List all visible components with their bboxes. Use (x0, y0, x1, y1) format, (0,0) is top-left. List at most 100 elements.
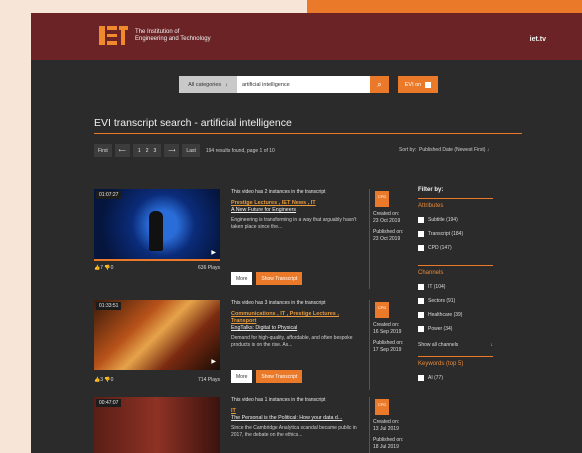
filter-divider (418, 356, 493, 357)
more-button[interactable]: More (231, 272, 253, 285)
created-date: 13 Jul 2019 (373, 426, 399, 432)
sort-control[interactable]: Sort by: Published Date (Newest First) ↓ (399, 147, 489, 153)
instances-text: This video has 2 instances in the transc… (231, 189, 326, 195)
dislikes-count: 0 (110, 377, 114, 383)
show-transcript-button[interactable]: Show Transcript (256, 370, 303, 383)
filter-divider (418, 198, 493, 199)
channels-heading: Channels (418, 270, 444, 276)
search-icon: ⌕ (377, 79, 382, 89)
pager-pages: 1 2 3 (132, 144, 162, 157)
video-stats: 👍3 👎0 714 Plays (94, 377, 220, 383)
published-date: 18 Jul 2019 (373, 444, 399, 450)
created-label: Created on: (373, 322, 400, 328)
column-divider (369, 189, 370, 289)
checkbox[interactable] (418, 375, 424, 381)
filter-option[interactable]: Subtitle (194) (418, 217, 493, 223)
play-icon: ▶ (211, 359, 216, 365)
sort-label: Sort by: (399, 147, 417, 153)
attributes-heading: Attributes (418, 203, 444, 209)
site-link-ietv[interactable]: iet.tv (530, 36, 546, 43)
site-header: The Institution of Engineering and Techn… (31, 13, 582, 60)
likes-count: 3 (100, 377, 104, 383)
video-thumbnail[interactable]: 00:47:07 (94, 397, 220, 453)
search-button[interactable]: ⌕ (370, 76, 389, 93)
pager-page-2[interactable]: 2 (146, 148, 149, 154)
keywords-heading: Keywords (top 5) (418, 361, 464, 367)
filter-option-label: Transcript (184) (428, 231, 464, 237)
cpd-badge: CPD (375, 191, 389, 207)
pager-prev-arrow-icon[interactable]: ⟵ (114, 144, 130, 157)
created-date: 16 Sep 2019 (373, 329, 402, 335)
evi-toggle[interactable]: EVI on (398, 76, 438, 93)
video-duration: 00:47:07 (96, 399, 122, 407)
browser-page: The Institution of Engineering and Techn… (31, 13, 582, 453)
checkbox[interactable] (418, 298, 424, 304)
checkbox[interactable] (418, 231, 424, 237)
filter-option-label: Healthcare (39) (428, 312, 463, 318)
published-label: Published on: (373, 340, 404, 346)
result-tags[interactable]: IT (231, 408, 365, 415)
video-description: Engineering is transforming in a way tha… (231, 217, 357, 230)
result-info: This video has 2 instances in the transc… (231, 189, 365, 231)
instances-text: This video has 3 instances in the transc… (231, 300, 326, 306)
filter-heading: Filter by: (418, 187, 444, 193)
filter-option[interactable]: Sectors (91) (418, 298, 493, 304)
pager-page-1[interactable]: 1 (138, 148, 141, 154)
checkbox[interactable] (418, 217, 424, 223)
evi-checkbox[interactable] (425, 81, 432, 88)
show-all-channels[interactable]: Show all channels ↓ (418, 342, 493, 348)
thumbnail-figure (149, 211, 163, 251)
filter-option[interactable]: AI (77) (418, 375, 493, 381)
video-title-link[interactable]: A New Future for Engineers (231, 207, 365, 214)
filter-sidebar: Filter by: Attributes Subtitle (194) Tra… (418, 187, 493, 381)
checkbox[interactable] (418, 312, 424, 318)
result-actions: More Show Transcript (231, 370, 303, 383)
evi-label: EVI on (404, 81, 422, 88)
video-title-link[interactable]: The Personal is the Political: How your … (231, 415, 365, 422)
chevron-down-icon: ↓ (486, 147, 490, 153)
filter-option[interactable]: Transcript (184) (418, 231, 493, 237)
result-tags[interactable]: Prestige Lectures , IET News , IT (231, 200, 365, 207)
checkbox[interactable] (418, 245, 424, 251)
plays-count: 714 Plays (198, 377, 220, 383)
filter-option-label: AI (77) (428, 375, 444, 381)
filter-option-label: CPD (147) (428, 245, 452, 251)
dislikes-count: 0 (110, 265, 114, 271)
title-divider (94, 133, 522, 134)
column-divider (369, 300, 370, 390)
result-info: This video has 3 instances in the transc… (231, 300, 365, 349)
results-count: 194 results found, page 1 of 10 (205, 147, 275, 154)
filter-option-label: Power (34) (428, 326, 453, 332)
result-dates: Created on: 13 Jul 2019 Published on: 18… (373, 419, 419, 451)
pager-next-arrow-icon[interactable]: ⟶ (164, 144, 180, 157)
logo-line-1: The Institution of (135, 28, 180, 35)
filter-option-label: IT (104) (428, 284, 446, 290)
video-title-link[interactable]: EngTalks: Digital to Physical (231, 325, 365, 332)
search-input[interactable]: artificial intelligence (237, 76, 370, 93)
show-transcript-button[interactable]: Show Transcript (256, 272, 303, 285)
pager-page-3[interactable]: 3 (153, 148, 156, 154)
iet-logo[interactable]: The Institution of Engineering and Techn… (99, 26, 211, 45)
filter-option[interactable]: IT (104) (418, 284, 493, 290)
video-thumbnail[interactable]: 01:33:51 ▶ (94, 300, 220, 370)
created-label: Created on: (373, 419, 400, 425)
video-description: Demand for high-quality, affordable, and… (231, 335, 353, 348)
category-select[interactable]: All categories ↓ (179, 76, 237, 93)
filter-option[interactable]: CPD (147) (418, 245, 493, 251)
video-thumbnail[interactable]: 01:07:27 ▶ (94, 189, 220, 261)
chevron-down-icon: ↓ (225, 81, 228, 88)
pager-last[interactable]: Last (182, 144, 200, 157)
thumbnail-progress-bar (94, 259, 220, 261)
more-button[interactable]: More (231, 370, 253, 383)
pager-first[interactable]: First (94, 144, 112, 157)
plays-count: 636 Plays (198, 265, 220, 271)
filter-option[interactable]: Healthcare (39) (418, 312, 493, 318)
checkbox[interactable] (418, 326, 424, 332)
checkbox[interactable] (418, 284, 424, 290)
result-tags[interactable]: Communications , IT , Prestige Lectures … (231, 311, 365, 325)
column-divider (369, 397, 370, 453)
filter-option[interactable]: Power (34) (418, 326, 493, 332)
filter-divider (418, 265, 493, 266)
created-label: Created on: (373, 211, 400, 217)
page-title: EVI transcript search - artificial intel… (94, 117, 292, 129)
